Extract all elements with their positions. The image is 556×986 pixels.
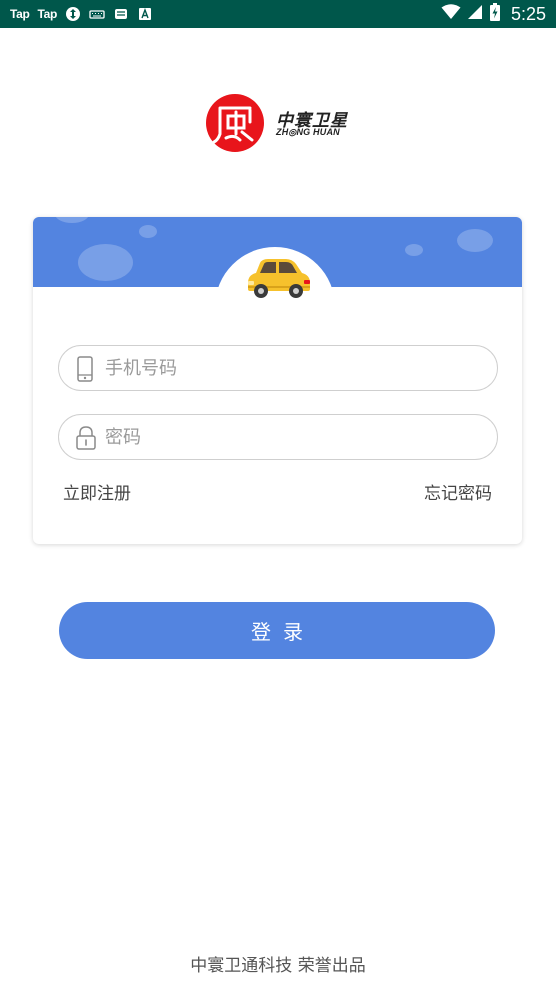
refresh-icon (65, 6, 81, 22)
a-app-icon (137, 6, 153, 22)
phone-field[interactable] (58, 345, 498, 391)
decor-bubble (78, 244, 133, 281)
status-bar: Tap Tap 5:25 (0, 0, 556, 28)
login-button[interactable]: 登录 (59, 602, 495, 659)
tap-label: Tap (10, 7, 30, 21)
brand-logo: 中寰卫星 ZH◎NG HUAN (206, 94, 366, 152)
brand-logo-mark (206, 94, 264, 152)
password-field[interactable] (58, 414, 498, 460)
status-time: 5:25 (510, 3, 546, 24)
battery-icon (489, 3, 501, 25)
decor-bubble (55, 217, 89, 223)
logo-glyph-icon (212, 106, 254, 144)
decor-bubble (139, 225, 157, 238)
signal-icon (467, 4, 483, 24)
status-bar-left: Tap Tap (10, 0, 153, 28)
login-card: 立即注册 忘记密码 (33, 217, 522, 544)
decor-bubble (457, 229, 493, 252)
phone-icon (77, 356, 93, 382)
decor-bubble (405, 244, 423, 256)
lock-icon (76, 426, 96, 450)
car-icon (248, 259, 310, 298)
phone-input[interactable] (105, 354, 485, 382)
forgot-password-link[interactable]: 忘记密码 (424, 479, 492, 504)
message-icon (113, 6, 129, 22)
wifi-icon (441, 4, 461, 24)
keyboard-icon (89, 6, 105, 22)
brand-name-en: ZH◎NG HUAN (276, 127, 340, 137)
register-link[interactable]: 立即注册 (63, 479, 131, 504)
password-input[interactable] (105, 423, 485, 451)
footer-credit: 中寰卫通科技 荣誉出品 (190, 956, 366, 976)
tap-label: Tap (37, 7, 58, 21)
status-bar-right: 5:25 (441, 0, 546, 28)
